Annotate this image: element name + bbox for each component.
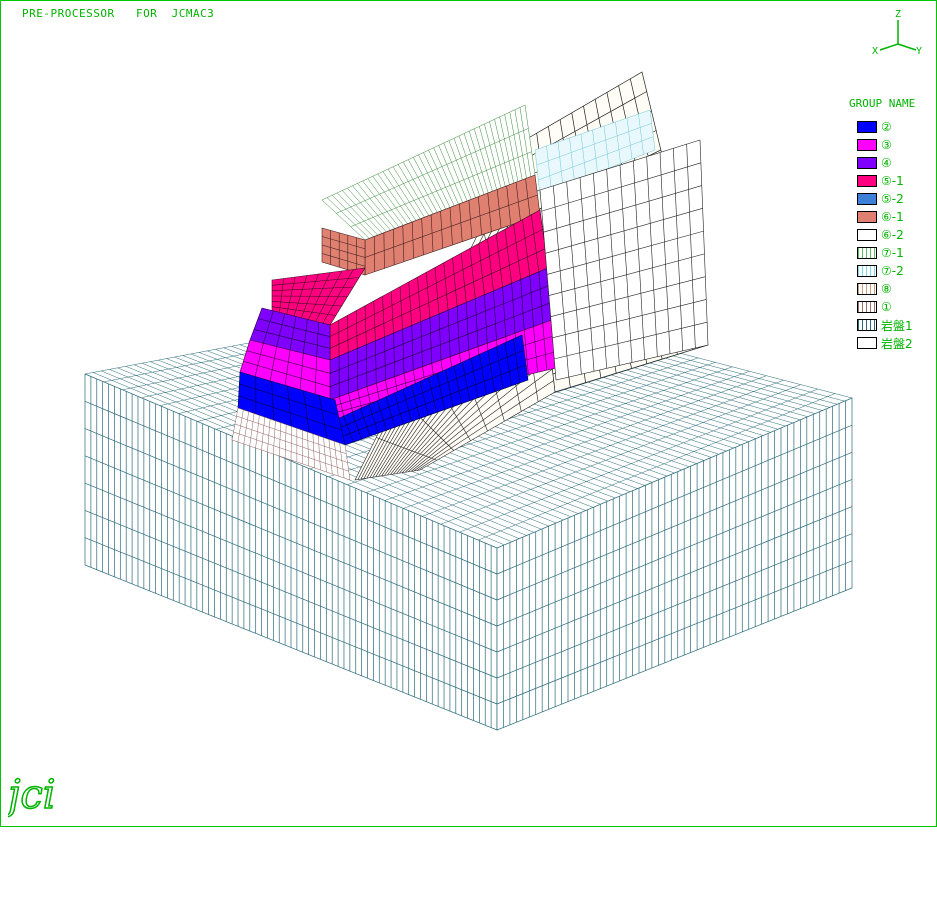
legend-label: ⑥-2: [881, 228, 904, 242]
legend-swatch: [857, 211, 877, 223]
axis-triad-icon: Z X Y: [872, 9, 922, 56]
legend-swatch: [857, 229, 877, 241]
legend-label: 岩盤2: [881, 336, 913, 351]
mesh-scene[interactable]: [0, 0, 937, 899]
legend-swatch: [857, 301, 877, 313]
group-legend: GROUP NAME ② ③ ④ ⑤-1 ⑤-2 ⑥-1 ⑥-2 ⑦-1 ⑦-2 ⑧ ① 岩盤1 岩盤2: [849, 97, 915, 352]
legend-swatch: [857, 175, 877, 187]
legend-label: ⑥-1: [881, 210, 904, 224]
legend-label: ⑦-2: [881, 264, 904, 278]
legend-item: ⑤-2: [849, 190, 915, 208]
axis-z-label: Z: [895, 9, 901, 20]
legend-label: ⑤-1: [881, 174, 904, 188]
legend-swatch: [857, 247, 877, 259]
legend-item: ②: [849, 118, 915, 136]
legend-swatch: [857, 337, 877, 349]
legend-item: ⑥-2: [849, 226, 915, 244]
legend-item: ⑥-1: [849, 208, 915, 226]
legend-item: ③: [849, 136, 915, 154]
axis-x-label: X: [872, 46, 878, 56]
legend-list: ② ③ ④ ⑤-1 ⑤-2 ⑥-1 ⑥-2 ⑦-1 ⑦-2 ⑧ ① 岩盤1 岩盤2: [849, 118, 915, 352]
legend-item: ⑧: [849, 280, 915, 298]
axis-y-label: Y: [916, 46, 922, 56]
legend-item: ⑤-1: [849, 172, 915, 190]
legend-label: ③: [881, 138, 892, 152]
legend-swatch: [857, 283, 877, 295]
logo-text: jci: [8, 772, 56, 818]
legend-item: 岩盤2: [849, 334, 915, 352]
legend-swatch: [857, 193, 877, 205]
legend-swatch: [857, 319, 877, 331]
jci-logo-icon: jci: [8, 771, 56, 818]
legend-label: 岩盤1: [881, 318, 913, 333]
legend-item: ⑦-2: [849, 262, 915, 280]
legend-item: 岩盤1: [849, 316, 915, 334]
legend-label: ⑧: [881, 282, 892, 296]
legend-label: ①: [881, 300, 892, 314]
legend-label: ⑦-1: [881, 246, 904, 260]
legend-label: ④: [881, 156, 892, 170]
layer-6-1-top: [321, 227, 366, 276]
legend-label: ②: [881, 120, 892, 134]
legend-item: ⑦-1: [849, 244, 915, 262]
legend-title: GROUP NAME: [849, 97, 916, 110]
legend-swatch: [857, 157, 877, 169]
legend-swatch: [857, 121, 877, 133]
legend-label: ⑤-2: [881, 192, 904, 206]
legend-item: ①: [849, 298, 915, 316]
legend-item: ④: [849, 154, 915, 172]
legend-swatch: [857, 139, 877, 151]
legend-swatch: [857, 265, 877, 277]
